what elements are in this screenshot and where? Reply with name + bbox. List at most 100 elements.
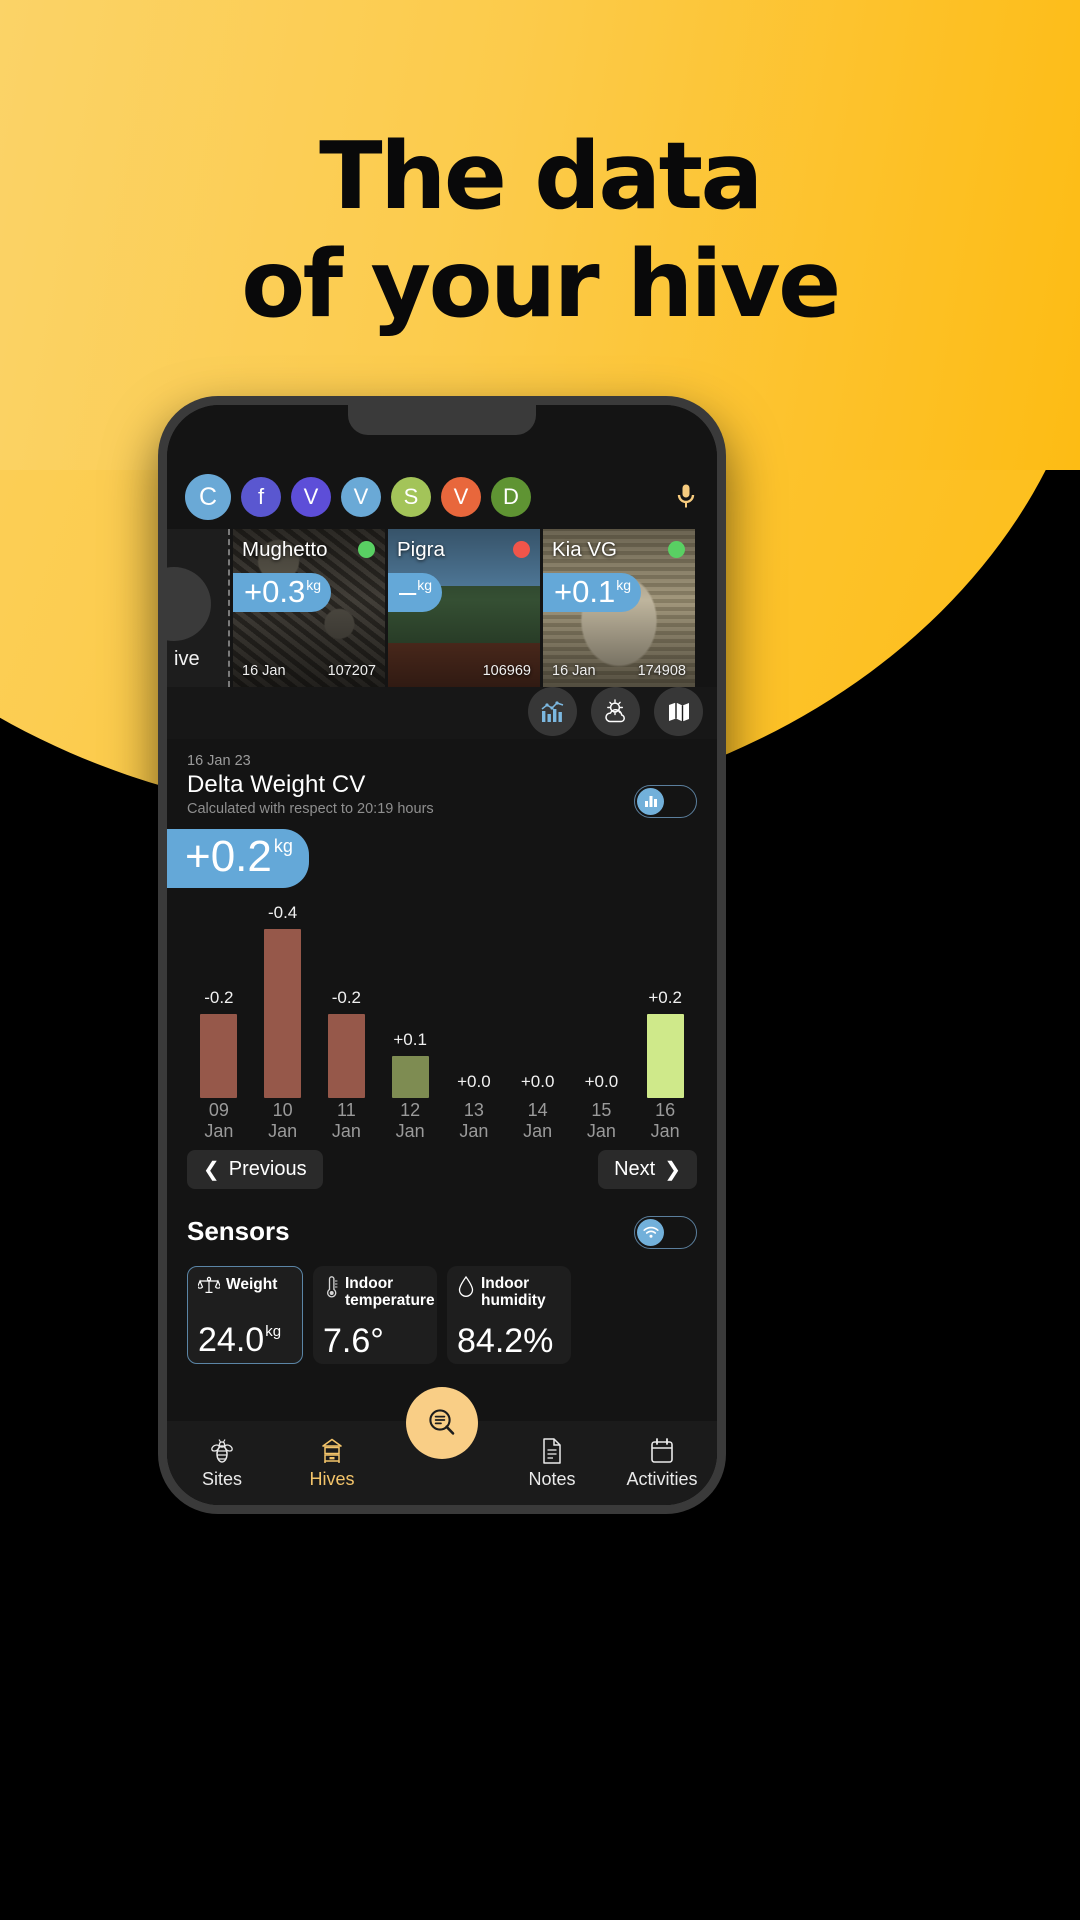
hive-icon — [277, 1436, 387, 1466]
thermometer-icon — [327, 1276, 338, 1298]
x-tick-month: Jan — [459, 1121, 489, 1141]
chart-bar-column: +0.0 — [570, 908, 634, 1098]
hive-id: 174908 — [637, 663, 686, 679]
hive-delta-unit: kg — [306, 577, 321, 593]
delta-weight-badge: +0.2 kg — [167, 829, 309, 888]
search-list-icon — [429, 1409, 455, 1435]
hive-name: Mughetto — [242, 538, 328, 561]
chart-x-tick: 13 Jan — [442, 1100, 506, 1144]
previous-button[interactable]: ❮ Previous — [187, 1150, 323, 1189]
chart-bar — [327, 1014, 365, 1098]
hive-id: 107207 — [327, 663, 376, 679]
chart-bar-column: -0.2 — [187, 908, 251, 1098]
nav-item-notes[interactable]: Notes — [497, 1436, 607, 1490]
hive-card[interactable]: Mughetto +0.3 kg 16 Jan 107207 — [233, 529, 385, 687]
headline-line-1: The data — [319, 122, 763, 230]
hive-delta-value: +0.1 — [554, 574, 616, 609]
hive-delta-badge: +0.3 kg — [233, 573, 331, 612]
hive-peek-label: ive — [174, 648, 200, 670]
sensors-connection-toggle[interactable] — [634, 1216, 697, 1249]
sensor-card-header: Indoor humidity — [457, 1275, 561, 1309]
wifi-icon — [642, 1226, 659, 1238]
sensors-title: Sensors — [187, 1216, 290, 1246]
weather-button[interactable] — [591, 687, 640, 736]
avatar[interactable]: f — [241, 477, 281, 517]
x-tick-day: 11 — [337, 1100, 356, 1120]
x-tick-day: 16 — [655, 1100, 676, 1120]
nav-item-activities[interactable]: Activities — [607, 1436, 717, 1490]
bar-chart-icon — [644, 796, 657, 807]
chart-bar-column: +0.2 — [633, 908, 697, 1098]
hive-delta-unit: kg — [616, 577, 631, 593]
sensor-card-header: Indoor temperature — [323, 1275, 435, 1309]
sensor-value-wrap: 84.2% — [457, 1324, 554, 1358]
sensor-value-wrap: 7.6° — [323, 1324, 385, 1358]
quick-action-buttons — [528, 687, 703, 736]
x-tick-month: Jan — [586, 1121, 616, 1141]
sensor-card[interactable]: Indoor temperature 7.6° — [313, 1266, 437, 1364]
phone-notch — [348, 405, 536, 435]
droplet-icon — [457, 1275, 475, 1304]
chart-x-tick: 09 Jan — [187, 1100, 251, 1144]
peek-circle — [167, 567, 211, 641]
nav-label: Sites — [201, 1469, 243, 1489]
x-tick-day: 10 — [272, 1100, 293, 1120]
delta-weight-section: 16 Jan 23 Delta Weight CV Calculated wit… — [167, 739, 717, 888]
chart-bars: -0.2 -0.4 -0.2 +0.1 +0.0 +0.0 +0.0 +0.2 — [187, 903, 697, 1098]
delta-weight-value: +0.2 — [185, 832, 272, 881]
x-tick-month: Jan — [268, 1121, 298, 1141]
next-label: Next — [614, 1158, 656, 1180]
toggle-knob — [637, 1219, 664, 1246]
chart-x-tick: 10 Jan — [251, 1100, 315, 1144]
chart-bar — [391, 1056, 429, 1098]
avatar[interactable]: C — [185, 474, 231, 520]
delta-weight-badge-wrap: +0.2 kg — [167, 817, 697, 888]
avatar[interactable]: V — [441, 477, 481, 517]
avatar[interactable]: D — [491, 477, 531, 517]
chart-x-tick: 15 Jan — [570, 1100, 634, 1144]
chevron-left-icon: ❮ — [203, 1159, 220, 1181]
sensors-header: Sensors — [187, 1216, 697, 1254]
chart-x-tick: 12 Jan — [378, 1100, 442, 1144]
avatar-row: CfVVSVD — [167, 467, 717, 527]
hive-card-strip[interactable]: ive Mughetto +0.3 kg 16 Jan 107207 Pigra – kg 10… — [167, 529, 717, 687]
delta-weight-chart[interactable]: -0.2 -0.4 -0.2 +0.1 +0.0 +0.0 +0.0 +0.2 09 Jan 10… — [187, 903, 697, 1144]
chart-bar — [264, 929, 302, 1098]
map-button[interactable] — [654, 687, 703, 736]
search-fab-button[interactable] — [406, 1387, 478, 1459]
sensor-unit: kg — [265, 1323, 282, 1340]
statistics-button[interactable] — [528, 687, 577, 736]
x-tick-month: Jan — [204, 1121, 234, 1141]
chart-view-toggle[interactable] — [634, 785, 697, 818]
chart-bar-label: -0.4 — [267, 903, 298, 922]
chart-bar-column: -0.2 — [315, 908, 379, 1098]
toggle-knob — [637, 788, 664, 815]
chart-bar-label: +0.0 — [457, 1072, 491, 1091]
nav-item-hives[interactable]: Hives — [277, 1436, 387, 1490]
hive-card-footer: 16 Jan 174908 — [552, 663, 686, 679]
weather-icon — [604, 699, 625, 723]
sensor-card[interactable]: Indoor humidity 84.2% — [447, 1266, 571, 1364]
hive-card-peek[interactable]: ive — [167, 529, 230, 687]
thermometer-icon — [323, 1275, 339, 1304]
sensor-value: 24.0 — [198, 1321, 265, 1359]
sensor-label: Weight — [226, 1276, 278, 1293]
calendar-icon — [607, 1436, 717, 1466]
document-icon — [497, 1436, 607, 1466]
nav-item-sites[interactable]: Sites — [167, 1436, 277, 1490]
scale-icon — [196, 1276, 222, 1293]
next-button[interactable]: Next ❯ — [598, 1150, 697, 1189]
chart-bar-column: +0.1 — [378, 908, 442, 1098]
avatar[interactable]: V — [341, 477, 381, 517]
x-tick-day: 13 — [463, 1100, 484, 1120]
sensor-card[interactable]: Weight 24.0 kg — [187, 1266, 303, 1364]
microphone-icon[interactable] — [671, 477, 701, 517]
avatar[interactable]: V — [291, 477, 331, 517]
hive-id: 106969 — [482, 663, 531, 679]
hive-date: 16 Jan — [242, 663, 286, 679]
hive-card[interactable]: Kia VG +0.1 kg 16 Jan 174908 — [543, 529, 695, 687]
chart-x-tick: 11 Jan — [315, 1100, 379, 1144]
avatar[interactable]: S — [391, 477, 431, 517]
phone-mockup: CfVVSVD ive Mughetto +0.3 kg 16 Jan 1072… — [158, 396, 726, 1514]
hive-card[interactable]: Pigra – kg 106969 — [388, 529, 540, 687]
